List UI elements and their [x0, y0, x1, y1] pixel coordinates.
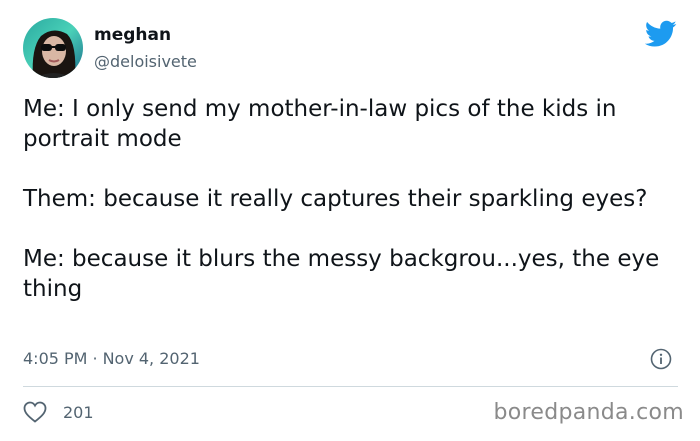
- tweet-paragraph: Me: because it blurs the messy backgrou.…: [23, 246, 660, 302]
- timestamp-separator: ·: [92, 349, 98, 368]
- like-button[interactable]: 201: [23, 401, 94, 423]
- tweet-text: Me: I only send my mother-in-law pics of…: [23, 94, 683, 304]
- watermark: boredpanda.com: [493, 400, 684, 425]
- tweet-paragraph: Me: I only send my mother-in-law pics of…: [23, 96, 617, 152]
- tweet-paragraph: Them: because it really captures their s…: [23, 186, 648, 212]
- heart-icon: [23, 401, 47, 423]
- display-name[interactable]: meghan: [94, 24, 171, 46]
- tweet-card: meghan @deloisivete Me: I only send my m…: [0, 0, 700, 441]
- tweet-date: Nov 4, 2021: [102, 349, 200, 368]
- user-handle[interactable]: @deloisivete: [94, 51, 197, 73]
- divider: [23, 386, 678, 387]
- like-count: 201: [63, 402, 94, 422]
- avatar[interactable]: [23, 18, 83, 78]
- info-icon[interactable]: [650, 348, 672, 370]
- tweet-time: 4:05 PM: [23, 349, 88, 368]
- twitter-bird-icon[interactable]: [644, 20, 677, 48]
- tweet-timestamp[interactable]: 4:05 PM · Nov 4, 2021: [23, 347, 200, 371]
